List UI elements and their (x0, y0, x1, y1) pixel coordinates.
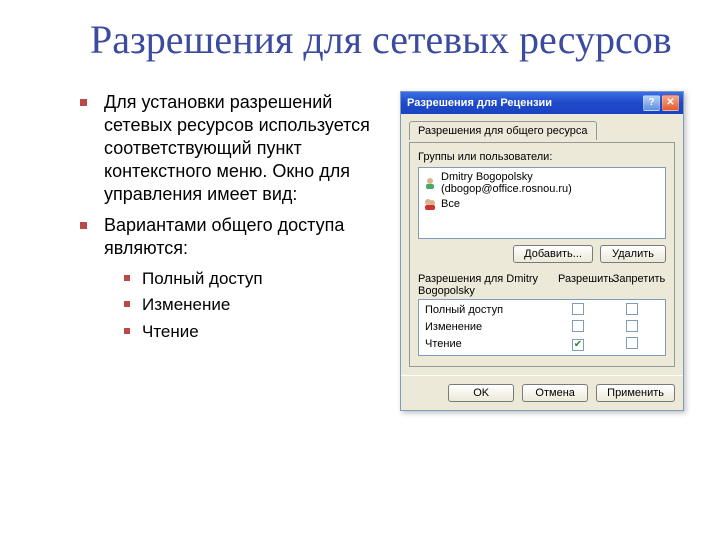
permissions-for-label: Разрешения для Dmitry Bogopolsky (418, 273, 558, 297)
perm-row-full: Полный доступ (421, 302, 663, 319)
ok-button[interactable]: OK (448, 384, 514, 402)
dialog-title: Разрешения для Рецензии (407, 97, 552, 109)
group-icon (423, 197, 437, 211)
permissions-list: Полный доступ Изменение Чтение (418, 299, 666, 356)
column-deny: Запретить (612, 273, 666, 297)
perm-row-read: Чтение (421, 336, 663, 353)
column-allow: Разрешить (558, 273, 612, 297)
slide-title: Разрешения для сетевых ресурсов (90, 18, 680, 63)
help-button[interactable]: ? (643, 95, 660, 111)
deny-checkbox[interactable] (626, 320, 638, 332)
text-column: Для установки разрешений сетевых ресурсо… (40, 91, 400, 411)
close-button[interactable]: ✕ (662, 95, 679, 111)
bullet-1: Для установки разрешений сетевых ресурсо… (98, 91, 400, 206)
allow-checkbox[interactable] (572, 320, 584, 332)
dialog-titlebar[interactable]: Разрешения для Рецензии ? ✕ (401, 92, 683, 114)
perm-name: Полный доступ (425, 304, 551, 316)
list-item-label: Все (441, 198, 460, 210)
allow-checkbox[interactable] (572, 339, 584, 351)
users-listbox[interactable]: Dmitry Bogopolsky (dbogop@office.rosnou.… (418, 167, 666, 239)
perm-row-change: Изменение (421, 319, 663, 336)
list-item[interactable]: Dmitry Bogopolsky (dbogop@office.rosnou.… (421, 170, 663, 196)
sub-bullet-full: Полный доступ (140, 266, 400, 292)
sub-bullet-change: Изменение (140, 292, 400, 318)
perm-name: Изменение (425, 321, 551, 333)
sub-bullet-read: Чтение (140, 319, 400, 345)
list-item[interactable]: Все (421, 196, 663, 212)
user-icon (423, 176, 437, 190)
perm-name: Чтение (425, 338, 551, 350)
bullet-2: Вариантами общего доступа являются: Полн… (98, 214, 400, 345)
list-item-label: Dmitry Bogopolsky (dbogop@office.rosnou.… (441, 171, 661, 195)
bullet-2-text: Вариантами общего доступа являются: (104, 215, 344, 258)
allow-checkbox[interactable] (572, 303, 584, 315)
permissions-dialog: Разрешения для Рецензии ? ✕ Разрешения д… (400, 91, 684, 411)
groups-label: Группы или пользователи: (418, 151, 666, 163)
remove-button[interactable]: Удалить (600, 245, 666, 263)
cancel-button[interactable]: Отмена (522, 384, 588, 402)
deny-checkbox[interactable] (626, 303, 638, 315)
add-button[interactable]: Добавить... (513, 245, 593, 263)
apply-button[interactable]: Применить (596, 384, 675, 402)
deny-checkbox[interactable] (626, 337, 638, 349)
tab-share-permissions[interactable]: Разрешения для общего ресурса (409, 121, 597, 140)
